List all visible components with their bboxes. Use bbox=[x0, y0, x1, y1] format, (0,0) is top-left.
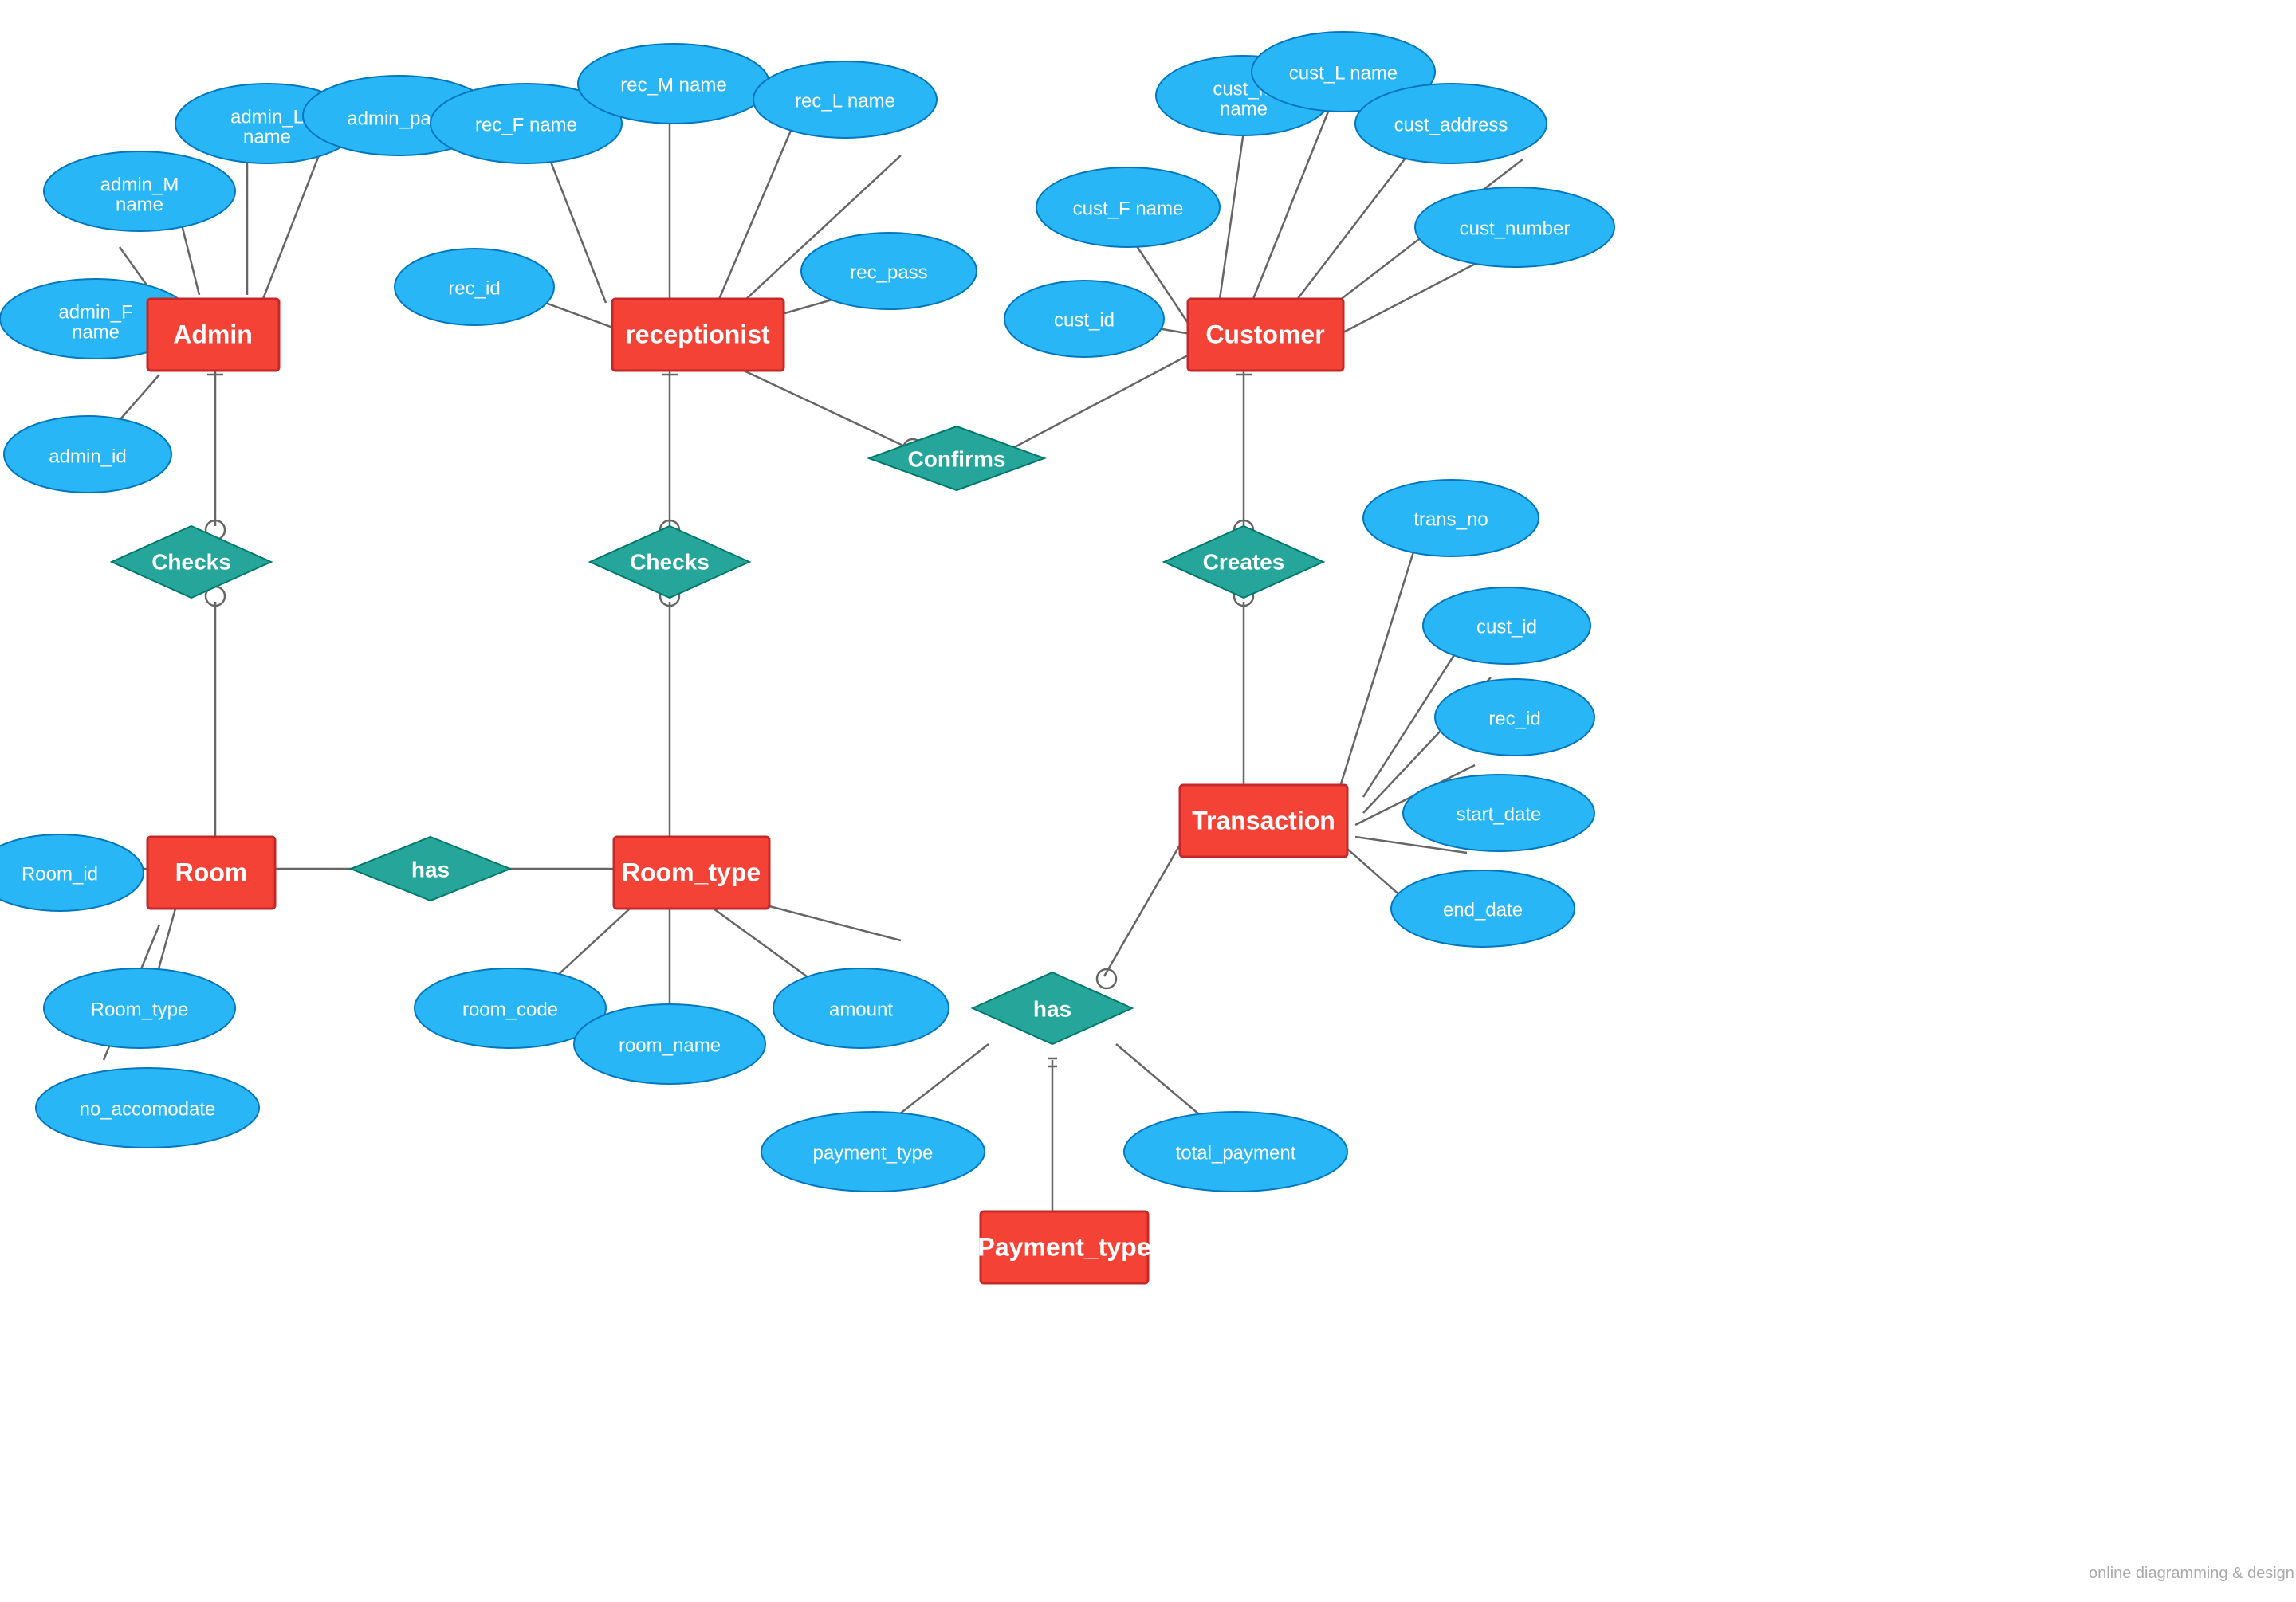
attr-admin-fname-text2: name bbox=[72, 321, 120, 343]
has-room-label: has bbox=[411, 857, 450, 881]
attr-room-id-text: Room_id bbox=[22, 863, 98, 885]
creates-label: Creates bbox=[1203, 549, 1285, 574]
attr-cust-mname-text2: name bbox=[1220, 98, 1268, 120]
attr-total-payment-text: total_payment bbox=[1176, 1142, 1296, 1164]
confirms-label: Confirms bbox=[908, 446, 1006, 471]
attr-cust-lname-text: cust_L name bbox=[1289, 62, 1398, 84]
checks-admin-label: Checks bbox=[151, 549, 231, 574]
attr-rec-id-text: rec_id bbox=[448, 277, 500, 299]
attr-trans-custid-text: cust_id bbox=[1476, 616, 1537, 638]
payment-type-label: Payment_type bbox=[978, 1232, 1151, 1261]
attr-roomtype-name-text: room_name bbox=[619, 1035, 721, 1056]
attr-admin-lname-text2: name bbox=[243, 126, 291, 147]
attr-rec-mname-text: rec_M name bbox=[620, 74, 726, 96]
transaction-label: Transaction bbox=[1192, 806, 1335, 834]
has-payment-label: has bbox=[1033, 996, 1071, 1021]
attr-rec-fname-text: rec_F name bbox=[475, 114, 577, 135]
room-label: Room bbox=[175, 858, 248, 886]
room-type-label: Room_type bbox=[622, 858, 761, 886]
attr-trans-startdate-text: start_date bbox=[1457, 803, 1542, 825]
attr-room-type-text: Room_type bbox=[91, 999, 189, 1020]
admin-label: Admin bbox=[173, 320, 253, 348]
attr-admin-mname-text2: name bbox=[116, 194, 163, 215]
attr-trans-recid-text: rec_id bbox=[1488, 708, 1540, 729]
attr-admin-lname-text: admin_L bbox=[230, 106, 304, 128]
attr-trans-enddate-text: end_date bbox=[1443, 899, 1523, 921]
watermark: online diagramming & design | create bbox=[2089, 1565, 2296, 1582]
attr-payment-type-text: payment_type bbox=[813, 1142, 934, 1164]
attr-cust-number-text: cust_number bbox=[1460, 218, 1571, 239]
attr-admin-id-text: admin_id bbox=[49, 446, 126, 467]
attr-admin-mname-text: admin_M bbox=[100, 174, 179, 195]
attr-roomtype-amount-text: amount bbox=[829, 999, 893, 1020]
receptionist-label: receptionist bbox=[625, 320, 770, 348]
attr-cust-fname-text: cust_F name bbox=[1073, 198, 1184, 219]
checks-rec-label: Checks bbox=[630, 549, 710, 574]
attr-room-accommodate-text: no_accomodate bbox=[80, 1098, 216, 1120]
attr-rec-lname-text: rec_L name bbox=[795, 90, 895, 112]
attr-cust-id-text: cust_id bbox=[1054, 309, 1115, 331]
attr-cust-address-text: cust_address bbox=[1394, 114, 1508, 135]
attr-roomtype-code-text: room_code bbox=[462, 999, 558, 1020]
attr-trans-no-text: trans_no bbox=[1413, 508, 1488, 530]
attr-admin-fname-text: admin_F bbox=[58, 301, 132, 323]
customer-label: Customer bbox=[1205, 320, 1324, 348]
attr-rec-pass-text: rec_pass bbox=[850, 261, 927, 283]
